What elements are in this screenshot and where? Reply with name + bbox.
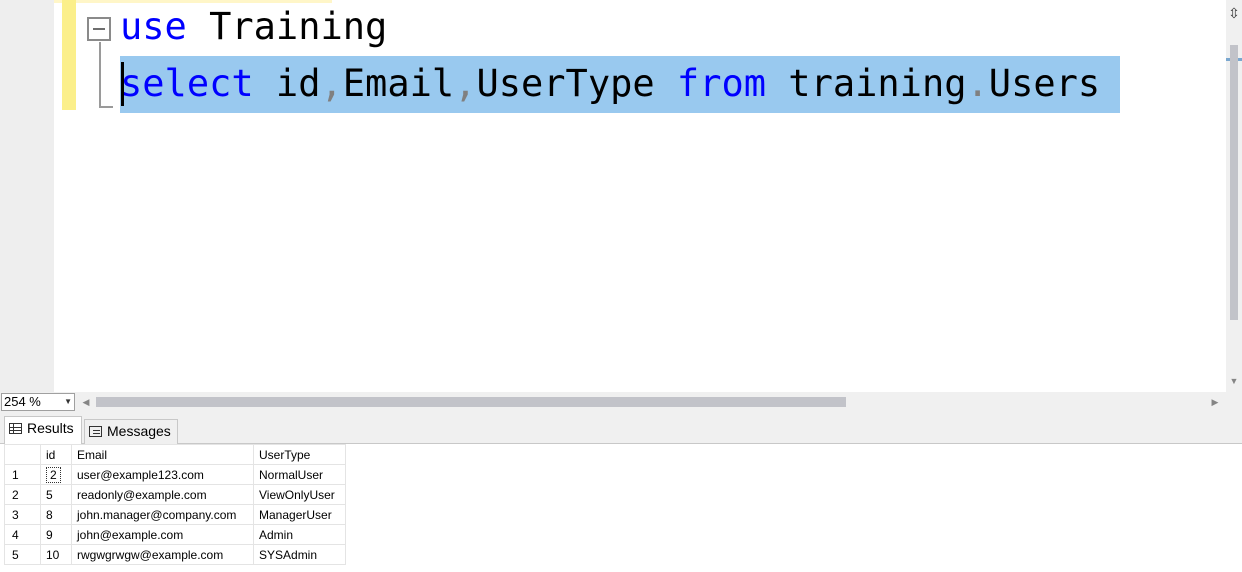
cell-usertype[interactable]: NormalUser xyxy=(253,464,346,485)
results-tabstrip xyxy=(0,412,1242,444)
chevron-down-icon: ▼ xyxy=(64,397,72,406)
tab-results-label: Results xyxy=(27,420,74,436)
vertical-scroll-thumb[interactable] xyxy=(1230,45,1238,320)
line-gutter xyxy=(0,0,54,392)
scroll-left-icon[interactable]: ◀ xyxy=(80,395,92,409)
cell-email[interactable]: rwgwgrwgw@example.com xyxy=(71,544,254,565)
row-number[interactable]: 3 xyxy=(4,504,41,525)
tab-results[interactable]: Results xyxy=(4,416,82,444)
cell-usertype[interactable]: Admin xyxy=(253,524,346,545)
row-number[interactable]: 5 xyxy=(4,544,41,565)
code-line-1[interactable]: use Training xyxy=(120,0,387,54)
table-name: Users xyxy=(988,62,1101,105)
table-row[interactable]: 3 8 john.manager@company.com ManagerUser xyxy=(4,504,346,525)
cell-usertype[interactable]: SYSAdmin xyxy=(253,544,346,565)
tab-messages-label: Messages xyxy=(107,423,171,439)
table-row[interactable]: 4 9 john@example.com Admin xyxy=(4,524,346,545)
text-caret xyxy=(121,62,124,106)
column-header-id[interactable]: id xyxy=(40,444,72,465)
grid-icon xyxy=(9,423,22,434)
table-row[interactable]: 1 2 user@example123.com NormalUser xyxy=(4,464,346,485)
tab-messages[interactable]: Messages xyxy=(84,419,178,444)
grid-header-row: id Email UserType xyxy=(4,444,346,465)
row-number[interactable]: 4 xyxy=(4,524,41,545)
dot: . xyxy=(966,62,989,105)
cell-id[interactable]: 2 xyxy=(40,464,72,485)
keyword-use: use xyxy=(120,5,187,48)
zoom-dropdown[interactable]: 254 % ▼ xyxy=(1,393,75,411)
column-header-usertype[interactable]: UserType xyxy=(253,444,346,465)
comma: , xyxy=(454,62,477,105)
comma: , xyxy=(320,62,343,105)
table-row[interactable]: 2 5 readonly@example.com ViewOnlyUser xyxy=(4,484,346,505)
column-usertype: UserType xyxy=(476,62,677,105)
row-number-header[interactable] xyxy=(4,444,41,465)
cell-id[interactable]: 5 xyxy=(40,484,72,505)
cell-id[interactable]: 10 xyxy=(40,544,72,565)
schema-name: training xyxy=(766,62,967,105)
row-number[interactable]: 1 xyxy=(4,464,41,485)
query-editor[interactable]: use Training select id,Email,UserType fr… xyxy=(0,0,1242,392)
column-id: id xyxy=(253,62,321,105)
cell-id-value: 2 xyxy=(46,466,61,483)
keyword-from: from xyxy=(676,62,767,105)
keyword-select: select xyxy=(120,62,254,105)
horizontal-scroll-thumb[interactable] xyxy=(96,397,846,407)
database-name: Training xyxy=(186,5,388,48)
cell-email[interactable]: john@example.com xyxy=(71,524,254,545)
scroll-down-icon[interactable]: ▼ xyxy=(1226,374,1242,388)
fold-guide-end xyxy=(99,106,113,108)
column-header-email[interactable]: Email xyxy=(71,444,254,465)
column-email: Email xyxy=(342,62,455,105)
change-tracking-bar xyxy=(62,0,76,110)
scroll-right-icon[interactable]: ▶ xyxy=(1209,395,1221,409)
table-row[interactable]: 5 10 rwgwgrwgw@example.com SYSAdmin xyxy=(4,544,346,565)
cell-usertype[interactable]: ViewOnlyUser xyxy=(253,484,346,505)
results-grid[interactable]: id Email UserType 1 2 user@example123.co… xyxy=(4,444,346,565)
row-number[interactable]: 2 xyxy=(4,484,41,505)
cell-usertype[interactable]: ManagerUser xyxy=(253,504,346,525)
collapse-icon[interactable] xyxy=(87,17,111,41)
split-window-icon[interactable]: ⇳ xyxy=(1226,4,1242,22)
messages-icon xyxy=(89,426,102,437)
cell-id[interactable]: 8 xyxy=(40,504,72,525)
zoom-value: 254 % xyxy=(4,394,41,409)
cell-email[interactable]: readonly@example.com xyxy=(71,484,254,505)
cell-id[interactable]: 9 xyxy=(40,524,72,545)
cell-email[interactable]: john.manager@company.com xyxy=(71,504,254,525)
cell-email[interactable]: user@example123.com xyxy=(71,464,254,485)
fold-guide-line xyxy=(99,42,101,108)
code-line-2[interactable]: select id,Email,UserType from training.U… xyxy=(120,57,1100,111)
